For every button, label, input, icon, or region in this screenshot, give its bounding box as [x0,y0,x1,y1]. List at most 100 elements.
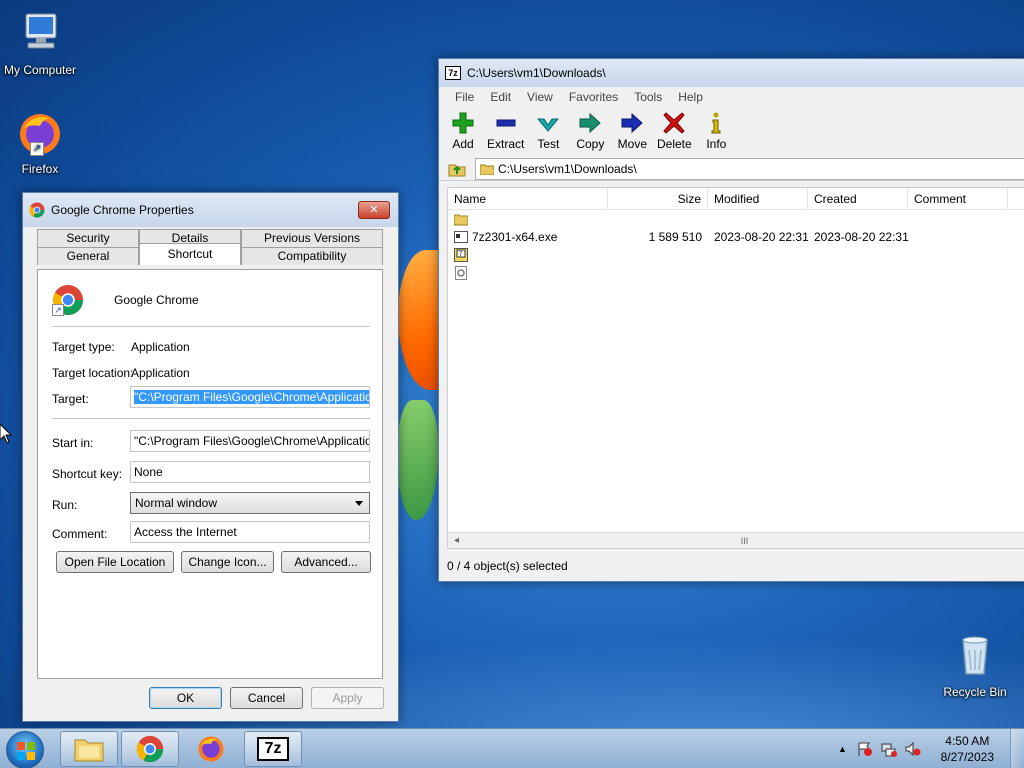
menu-tools[interactable]: Tools [626,90,670,104]
chrome-properties-dialog[interactable]: Google Chrome Properties ✕ Security Deta… [22,192,399,722]
scroll-left-icon[interactable]: ◂ [454,535,459,546]
address-text: C:\Users\vm1\Downloads\ [498,161,637,176]
start-in-field[interactable]: "C:\Program Files\Google\Chrome\Applicat… [130,430,370,452]
move-button[interactable]: Move [614,111,650,151]
target-type-value: Application [131,340,190,354]
comment-field[interactable]: Access the Internet [130,521,370,543]
taskbar: 7z ▲ 4:50 AM 8/27/2023 [0,728,1024,768]
desktop-icon-firefox[interactable]: ↗ Firefox [0,110,80,176]
change-icon-button[interactable]: Change Icon... [181,551,274,573]
address-input[interactable]: C:\Users\vm1\Downloads\ [475,157,1024,180]
taskbar-explorer-button[interactable] [60,731,118,767]
test-button-label: Test [537,137,560,151]
column-modified[interactable]: Modified [708,188,808,209]
move-button-label: Move [617,137,648,151]
add-button[interactable]: Add [445,111,481,151]
desktop-icon-my-computer[interactable]: My Computer [0,8,80,77]
clock-time: 4:50 AM [945,734,990,748]
ok-button[interactable]: OK [149,687,222,709]
test-button[interactable]: Test [530,111,566,151]
show-desktop-button[interactable] [1010,729,1024,768]
table-row[interactable]: 7 [448,246,1024,264]
close-button[interactable]: ✕ [358,201,390,219]
info-button[interactable]: Info [698,111,734,151]
folder-icon [74,739,104,762]
file-created: 2023-08-20 22:31 [814,230,909,244]
table-row[interactable] [448,264,1024,282]
menu-view[interactable]: View [519,90,561,104]
folder-icon [480,164,494,175]
chevron-down-icon [355,501,363,506]
mouse-cursor-icon [0,424,12,444]
copy-button-label: Copy [576,137,605,151]
folder-up-icon [448,164,466,176]
column-size[interactable]: Size [608,188,708,209]
app-name: Google Chrome [114,293,199,307]
sevenzip-titlebar[interactable]: 7z C:\Users\vm1\Downloads\ [439,59,1024,87]
advanced-button[interactable]: Advanced... [281,551,371,573]
clock[interactable]: 4:50 AM 8/27/2023 [941,733,994,765]
sevenzip-menubar: File Edit View Favorites Tools Help [439,87,1024,107]
run-select[interactable]: Normal window [130,492,370,514]
column-name[interactable]: Name [448,188,608,209]
table-row[interactable]: 7z2301-x64.exe 1 589 510 2023-08-20 22:3… [448,228,1024,246]
tab-shortcut[interactable]: Shortcut [139,243,241,265]
info-button-label: Info [706,137,727,151]
action-center-flag-icon[interactable] [857,741,873,757]
add-button-label: Add [452,137,474,151]
tray-overflow-icon[interactable]: ▲ [838,744,847,754]
windows-logo-icon [17,742,35,760]
archive-icon: 7 [454,248,468,262]
tab-general[interactable]: General [37,247,139,265]
start-button[interactable] [6,731,44,768]
network-icon[interactable] [881,741,897,757]
open-file-location-button[interactable]: Open File Location [56,551,174,573]
target-field[interactable]: "C:\Program Files\Google\Chrome\Applicat… [130,386,370,408]
firefox-icon [198,736,224,762]
exe-icon [454,231,468,243]
menu-edit[interactable]: Edit [482,90,519,104]
chrome-shortcut-icon: ↗ [52,284,84,316]
extract-button[interactable]: Extract [487,111,524,151]
desktop-icon-label: Recycle Bin [943,685,1007,699]
taskbar-7zip-button[interactable]: 7z [244,731,302,767]
taskbar-chrome-button[interactable] [121,731,179,767]
menu-favorites[interactable]: Favorites [561,90,626,104]
delete-button[interactable]: Delete [656,111,692,151]
divider [52,418,370,419]
extract-button-label: Extract [487,137,525,151]
properties-titlebar[interactable]: Google Chrome Properties [23,193,398,227]
tab-compatibility[interactable]: Compatibility [241,247,383,265]
file-list[interactable]: Name Size Modified Created Comment 7z230… [447,187,1024,549]
scroll-grip[interactable]: III [741,536,749,546]
minus-icon [496,119,516,127]
sevenzip-window[interactable]: 7z C:\Users\vm1\Downloads\ File Edit Vie… [438,58,1024,582]
clock-date: 8/27/2023 [940,750,994,764]
chrome-icon [29,202,45,218]
file-modified: 2023-08-20 22:31 [714,230,809,244]
copy-button[interactable]: Copy [572,111,608,151]
volume-muted-icon[interactable] [905,741,921,757]
address-bar: C:\Users\vm1\Downloads\ [439,157,1024,181]
sevenzip-logo-icon: 7z [257,737,289,761]
taskbar-firefox-button[interactable] [182,731,240,767]
desktop-icon-recycle-bin[interactable]: Recycle Bin [935,630,1015,699]
system-tray: ▲ [824,729,1024,768]
menu-file[interactable]: File [447,90,482,104]
x-icon [663,112,686,134]
status-bar: 0 / 4 object(s) selected [447,559,568,573]
cancel-button[interactable]: Cancel [230,687,303,709]
target-location-label: Target location: [52,366,134,380]
table-row[interactable] [448,210,1024,228]
menu-help[interactable]: Help [670,90,711,104]
copy-arrow-icon [579,112,602,134]
up-folder-button[interactable] [445,158,469,180]
shortcut-key-field[interactable]: None [130,461,370,483]
tab-previous-versions[interactable]: Previous Versions [241,229,383,247]
tab-security[interactable]: Security [37,229,139,247]
apply-button[interactable]: Apply [311,687,384,709]
horizontal-scrollbar[interactable]: ◂ III [448,532,1024,548]
column-comment[interactable]: Comment [908,188,1008,209]
column-created[interactable]: Created [808,188,908,209]
shortcut-arrow-icon: ↗ [30,142,44,156]
